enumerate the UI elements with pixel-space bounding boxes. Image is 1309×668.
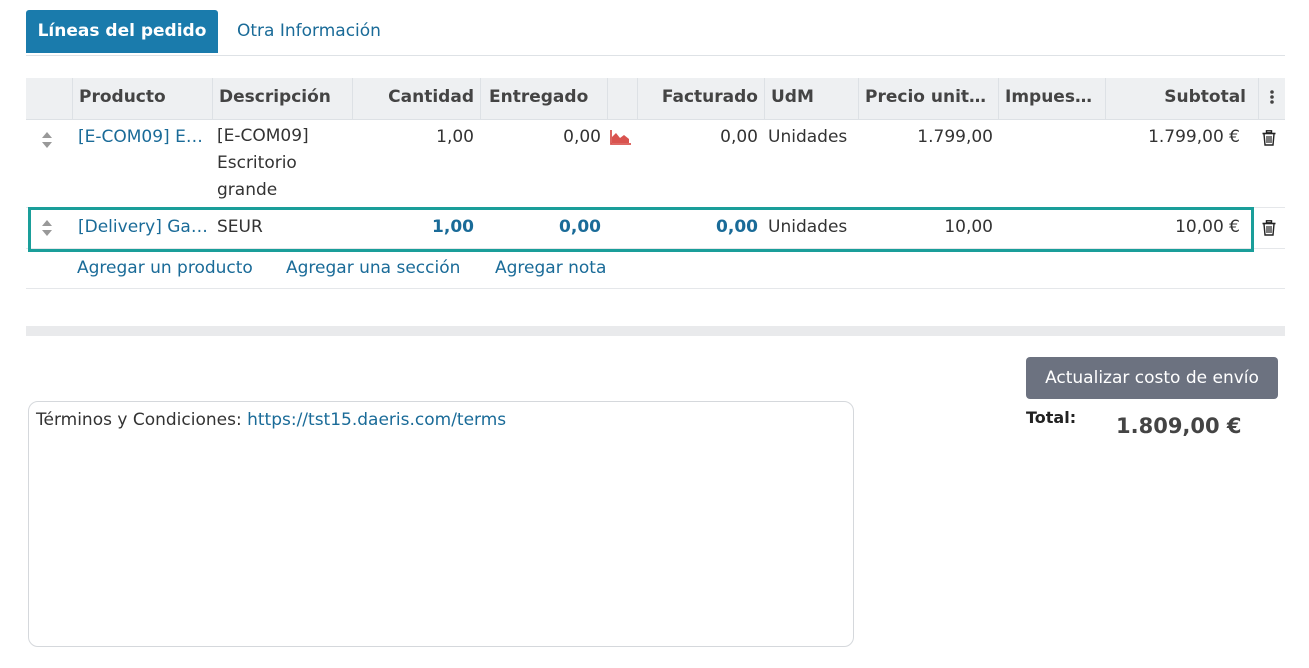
product-cell[interactable]: [Delivery] Ga…: [72, 217, 212, 237]
header-invoiced[interactable]: Facturado: [637, 78, 764, 119]
header-unit-price[interactable]: Precio unitar…: [858, 78, 998, 119]
header-handle-column: [26, 78, 72, 119]
product-cell[interactable]: [E-COM09] E…: [72, 127, 212, 147]
delivered-cell: 0,00: [559, 217, 601, 237]
header-taxes[interactable]: Impuest…: [998, 78, 1105, 119]
table-row[interactable]: [E-COM09] E… [E-COM09] Escritorio grande…: [26, 119, 1285, 208]
quantity-cell[interactable]: 1,00: [352, 127, 480, 147]
terms-text: Términos y Condiciones: https://tst15.da…: [36, 410, 506, 430]
terms-link[interactable]: https://tst15.daeris.com/terms: [247, 410, 506, 430]
drag-handle-icon[interactable]: [41, 219, 53, 237]
header-quantity[interactable]: Cantidad: [352, 78, 480, 119]
header-product[interactable]: Producto: [72, 78, 212, 119]
update-shipping-cost-button[interactable]: Actualizar costo de envío: [1026, 357, 1278, 399]
optional-columns-button[interactable]: [1258, 78, 1285, 119]
subtotal-cell: 1.799,00 €: [1148, 127, 1240, 147]
table-header: Producto Descripción Cantidad Entregado …: [26, 78, 1285, 120]
delivered-cell: 0,00: [563, 127, 601, 147]
description-line: [E-COM09]: [217, 126, 309, 146]
terms-label: Términos y Condiciones:: [36, 410, 248, 430]
description-line: Escritorio: [217, 153, 297, 173]
drag-handle-icon[interactable]: [41, 131, 53, 149]
total-label: Total:: [1026, 408, 1077, 427]
trash-icon[interactable]: [1262, 220, 1276, 236]
header-delivered[interactable]: Entregado: [480, 78, 607, 119]
description-cell[interactable]: SEUR: [211, 217, 351, 237]
description-cell[interactable]: [E-COM09] Escritorio grande: [211, 123, 351, 204]
add-product-link[interactable]: Agregar un producto: [77, 258, 253, 278]
unit-price-cell[interactable]: 10,00: [858, 217, 999, 237]
add-section-link[interactable]: Agregar una sección: [286, 258, 460, 278]
table-row[interactable]: [Delivery] Ga… SEUR 1,00 0,00 0,00 Unida…: [26, 207, 1285, 249]
invoiced-cell: 0,00: [716, 217, 758, 237]
tab-other-info[interactable]: Otra Información: [235, 10, 383, 53]
area-chart-icon[interactable]: [610, 129, 632, 145]
add-note-link[interactable]: Agregar nota: [495, 258, 606, 278]
header-forecast-column: [607, 78, 637, 119]
total-value: 1.809,00 €: [1116, 414, 1242, 438]
notebook-tabs: Líneas del pedido Otra Información: [26, 10, 1285, 56]
header-description[interactable]: Descripción: [212, 78, 352, 119]
subtotal-cell: 10,00 €: [1175, 217, 1240, 237]
add-line-row: Agregar un producto Agregar una sección …: [26, 248, 1285, 289]
tab-order-lines[interactable]: Líneas del pedido: [26, 10, 218, 53]
terms-and-conditions-field[interactable]: Términos y Condiciones: https://tst15.da…: [28, 401, 854, 647]
quantity-cell[interactable]: 1,00: [352, 217, 480, 237]
section-separator: [26, 326, 1285, 336]
header-subtotal[interactable]: Subtotal: [1105, 78, 1252, 119]
trash-icon[interactable]: [1262, 130, 1276, 146]
header-uom[interactable]: UdM: [764, 78, 858, 119]
description-line: grande: [217, 180, 278, 200]
uom-cell[interactable]: Unidades: [762, 217, 858, 237]
unit-price-cell[interactable]: 1.799,00: [858, 127, 999, 147]
uom-cell[interactable]: Unidades: [762, 127, 858, 147]
invoiced-cell: 0,00: [720, 127, 758, 147]
vertical-ellipsis-icon: [1270, 90, 1274, 104]
